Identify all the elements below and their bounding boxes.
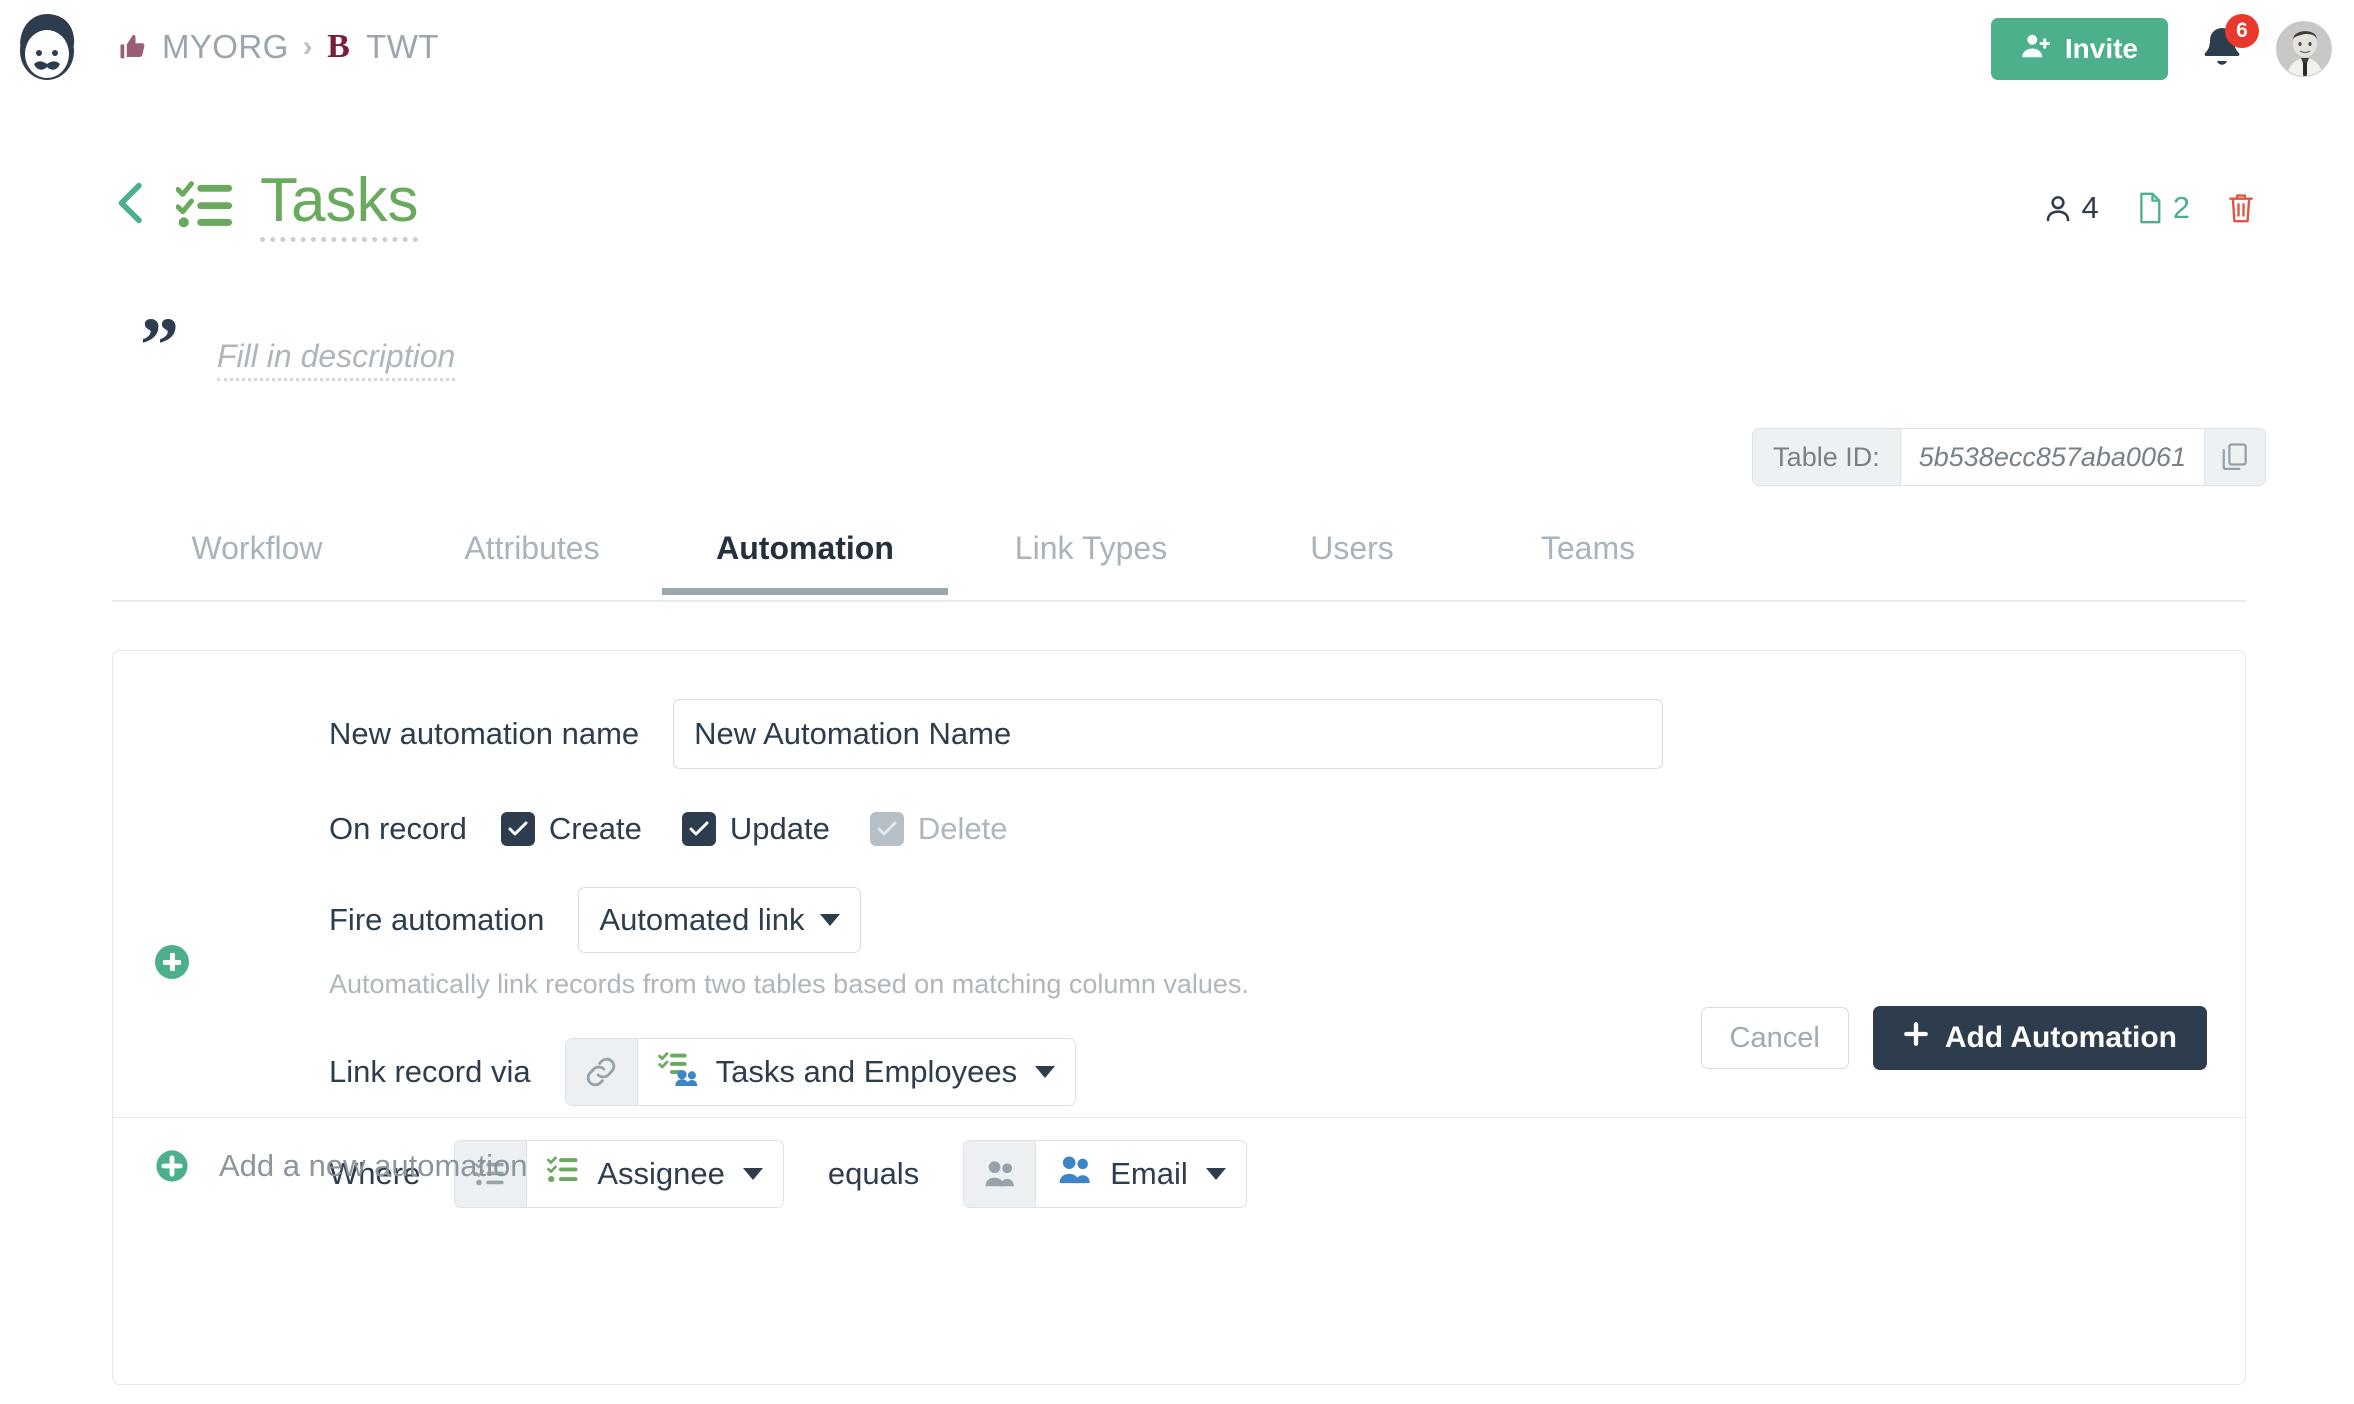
stat-documents[interactable]: 2 — [2135, 190, 2190, 226]
people-gray-icon[interactable] — [964, 1141, 1037, 1207]
invite-button[interactable]: Invite — [1990, 18, 2168, 80]
breadcrumb-org[interactable]: MYORG — [162, 28, 289, 66]
tab-attributes[interactable]: Attributes — [402, 520, 662, 593]
top-bar-actions: Invite 6 — [1990, 14, 2332, 80]
invite-label: Invite — [2064, 33, 2138, 64]
top-bar: MYORG › B TWT Invite 6 — [0, 0, 2354, 100]
people-blue-icon — [1056, 1154, 1094, 1194]
tab-users[interactable]: Users — [1234, 520, 1470, 593]
table-id-label: Table ID: — [1753, 429, 1900, 485]
chevron-down-icon — [1035, 1066, 1056, 1078]
mustache-face-logo[interactable] — [8, 8, 86, 86]
fire-automation-helper-text: Automatically link records from two tabl… — [329, 969, 1249, 999]
breadcrumb: MYORG › B TWT — [118, 28, 439, 66]
chain-link-icon[interactable] — [565, 1039, 638, 1105]
checkbox-update-box[interactable] — [681, 812, 716, 846]
link-record-value: Tasks and Employees — [715, 1054, 1018, 1089]
page-title[interactable]: Tasks — [260, 168, 419, 243]
add-automation-label: Add Automation — [1944, 1021, 2177, 1054]
table-id-value: 5b538ecc857aba0061 — [1899, 429, 2205, 485]
checkbox-update-label: Update — [729, 811, 830, 846]
automation-name-row: New automation name — [329, 699, 2245, 769]
avatar[interactable] — [2276, 21, 2332, 77]
fire-automation-row: Fire automation Automated link — [329, 887, 2245, 953]
trash-icon[interactable] — [2226, 191, 2256, 225]
checkbox-create-box[interactable] — [500, 812, 535, 846]
add-automation-button[interactable]: Add Automation — [1872, 1006, 2207, 1070]
automation-card: New automation name On record Create Upd… — [112, 650, 2246, 1385]
stat-users-count: 4 — [2081, 190, 2099, 225]
plus-circle-icon — [155, 1149, 189, 1183]
stat-documents-count: 2 — [2172, 190, 2190, 225]
where-left-value: Assignee — [597, 1156, 725, 1191]
description-row: ” Fill in description — [140, 301, 456, 388]
link-record-dropdown[interactable]: Tasks and Employees — [637, 1039, 1076, 1105]
chevron-down-icon — [820, 914, 841, 926]
tab-bar: Workflow Attributes Automation Link Type… — [112, 520, 2246, 602]
add-new-automation-label: Add a new automation — [219, 1148, 528, 1183]
plus-icon — [1903, 1021, 1929, 1055]
on-record-row: On record Create Update Delete — [329, 811, 2245, 847]
where-operator: equals — [827, 1156, 920, 1191]
bell-icon — [2198, 28, 2246, 77]
checkbox-update[interactable]: Update — [681, 811, 830, 847]
user-plus-icon — [2021, 31, 2051, 68]
checkbox-create[interactable]: Create — [500, 811, 642, 847]
automation-name-label: New automation name — [329, 716, 640, 751]
page-title-row: Tasks — [112, 168, 419, 243]
automation-name-input[interactable] — [673, 699, 1664, 769]
add-new-automation-row[interactable]: Add a new automation — [155, 1148, 528, 1184]
checkbox-delete-box — [869, 812, 904, 846]
link-record-group: Tasks and Employees — [564, 1038, 1077, 1106]
cancel-button[interactable]: Cancel — [1700, 1007, 1849, 1069]
checkbox-create-label: Create — [548, 811, 642, 846]
tasks-and-employees-icon — [657, 1050, 700, 1094]
link-record-label: Link record via — [329, 1054, 531, 1089]
checklist-icon — [175, 177, 234, 234]
board-badge: B — [327, 28, 351, 65]
notification-count-badge: 6 — [2225, 14, 2259, 48]
table-stats: 4 2 — [2042, 190, 2257, 226]
where-left-dropdown[interactable]: Assignee — [527, 1141, 783, 1207]
quote-icon: ” — [140, 301, 179, 388]
notifications-button[interactable]: 6 — [2198, 14, 2259, 77]
tab-link-types[interactable]: Link Types — [948, 520, 1234, 593]
breadcrumb-board[interactable]: TWT — [366, 28, 439, 66]
stat-users[interactable]: 4 — [2042, 190, 2099, 226]
tab-workflow[interactable]: Workflow — [112, 520, 402, 593]
where-row: Where Assignee equals Email — [329, 1140, 2245, 1208]
tab-automation[interactable]: Automation — [662, 520, 948, 595]
chevron-down-icon — [1205, 1168, 1226, 1180]
chevron-down-icon — [742, 1168, 763, 1180]
table-id-group: Table ID: 5b538ecc857aba0061 — [1752, 428, 2266, 486]
breadcrumb-separator: › — [302, 30, 314, 63]
fire-automation-value: Automated link — [599, 902, 805, 937]
copy-icon[interactable] — [2205, 429, 2265, 485]
where-right-group: Email — [963, 1140, 1247, 1208]
tab-teams[interactable]: Teams — [1470, 520, 1706, 593]
description-placeholder[interactable]: Fill in description — [217, 338, 456, 381]
checklist-green-icon — [547, 1154, 581, 1194]
checkbox-delete: Delete — [869, 811, 1008, 847]
where-right-dropdown[interactable]: Email — [1036, 1141, 1246, 1207]
checkbox-delete-label: Delete — [917, 811, 1008, 846]
card-divider — [113, 1117, 2245, 1118]
on-record-label: On record — [329, 811, 467, 846]
fire-automation-dropdown[interactable]: Automated link — [578, 887, 862, 953]
chevron-left-icon[interactable] — [112, 178, 150, 233]
thumbs-up-icon — [118, 32, 148, 62]
where-right-value: Email — [1110, 1156, 1188, 1191]
card-actions: Cancel Add Automation — [1700, 1006, 2207, 1070]
add-step-button[interactable] — [155, 945, 189, 979]
fire-automation-label: Fire automation — [329, 902, 545, 937]
